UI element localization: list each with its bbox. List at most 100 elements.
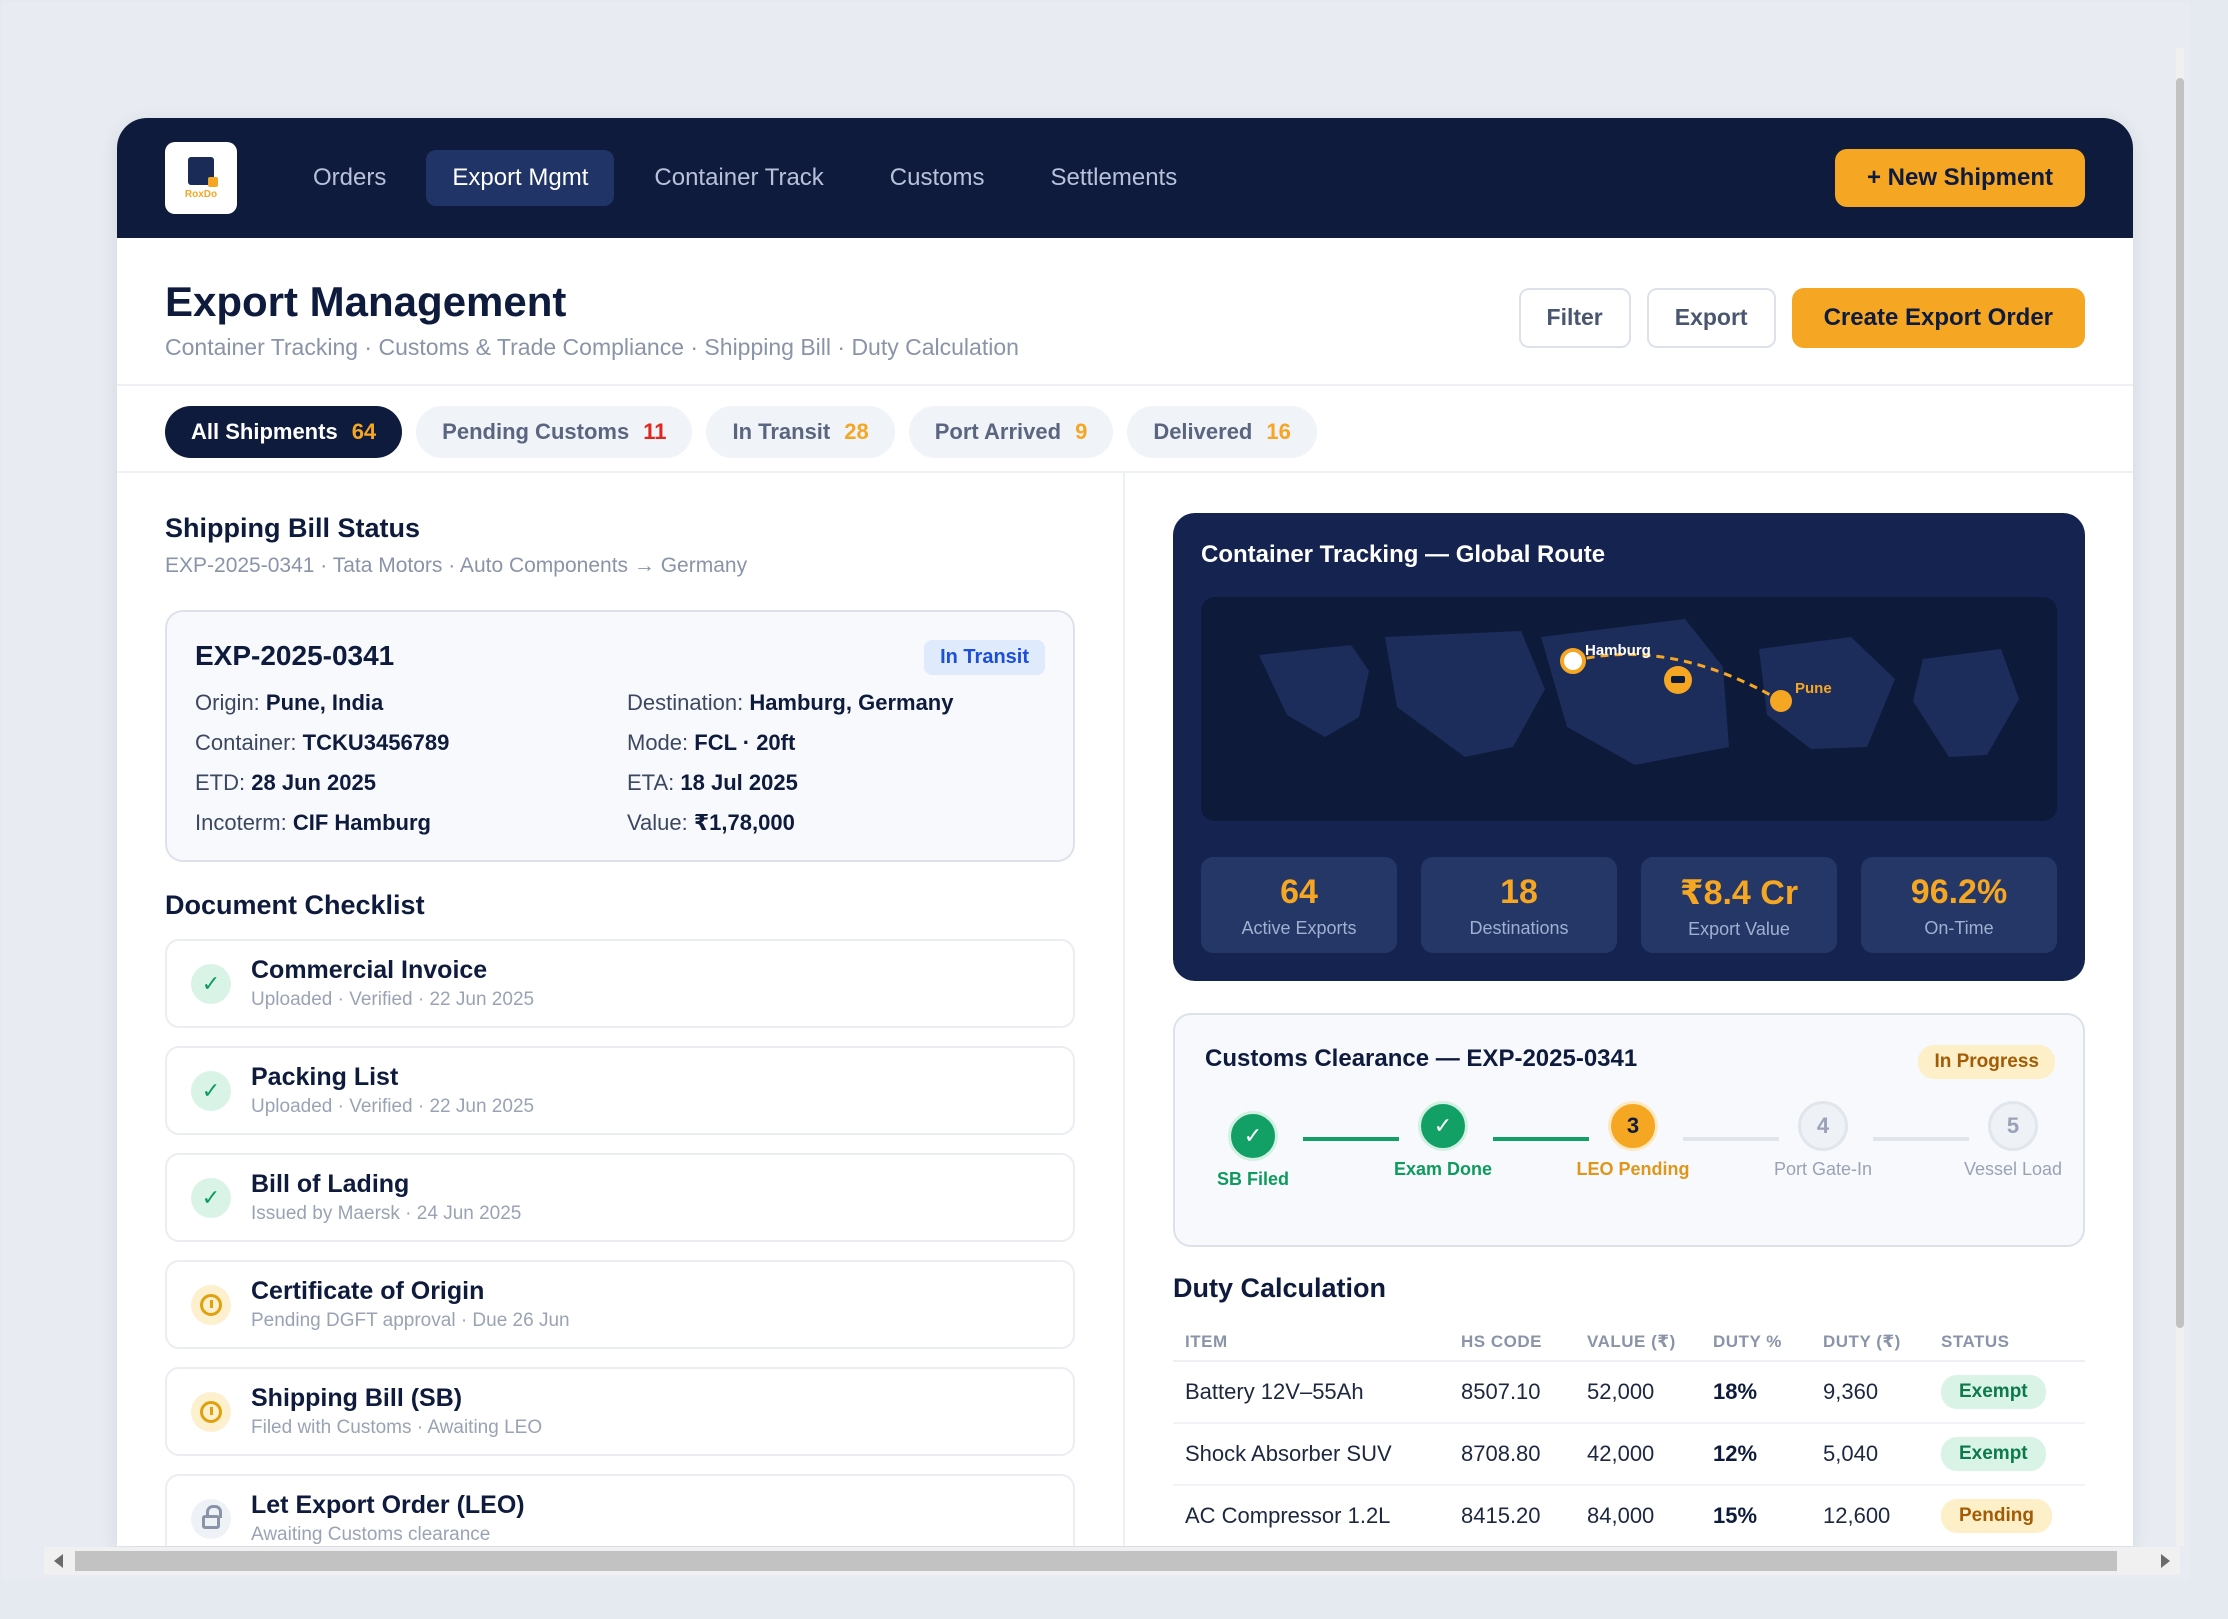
right-column: Container Tracking — Global Route Hambur… [1173,513,2085,1546]
tab-port-arrived[interactable]: Port Arrived 9 [908,406,1114,458]
step-leo-pending[interactable]: 3 LEO Pending [1573,1101,1693,1179]
cell-value: 42,000 [1575,1423,1701,1486]
vertical-scrollbar[interactable] [2176,48,2184,1546]
document-checklist-title: Document Checklist [165,890,425,920]
tab-all-shipments[interactable]: All Shipments 64 [165,406,403,458]
destination-marker [1560,648,1586,674]
cell-duty: 5,040 [1811,1423,1929,1486]
table-row[interactable]: Shock Absorber SUV 8708.80 42,000 12% 5,… [1173,1423,2085,1486]
column-header[interactable]: DUTY % [1701,1324,1811,1362]
status-badge: Exempt [1941,1375,2046,1409]
nav-item-customs[interactable]: Customs [864,150,1011,206]
detail-mode: Mode: FCL · 20ft [627,730,796,755]
status-badge: Pending [1941,1499,2052,1533]
stat-label: Active Exports [1241,918,1357,938]
step-label: Exam Done [1393,1159,1493,1179]
tab-count: 16 [1266,419,1291,444]
detail-incoterm: Incoterm: CIF Hamburg [195,810,431,835]
list-item[interactable]: Let Export Order (LEO) Awaiting Customs … [165,1474,1075,1546]
tab-count: 11 [643,419,667,444]
brand-logo[interactable]: RoxDo [165,142,237,214]
detail-container: Container: TCKU3456789 [195,730,450,755]
scroll-left-icon[interactable] [54,1554,63,1568]
list-item[interactable]: ✓ Packing List Uploaded · Verified · 22 … [165,1046,1075,1135]
tab-count: 28 [844,419,869,444]
cell-status: Pending [1929,1485,2085,1546]
tab-label: All Shipments [191,419,338,444]
step-sb-filed[interactable]: ✓ SB Filed [1193,1111,1313,1189]
check-icon: ✓ [191,1177,231,1218]
column-header[interactable]: HS CODE [1449,1324,1575,1362]
column-header[interactable]: ITEM [1173,1324,1449,1362]
list-item[interactable]: ✓ Commercial Invoice Uploaded · Verified… [165,939,1075,1028]
shipment-details: Origin: Pune, India Destination: Hamburg… [195,690,1045,836]
stat-on-time: 96.2% On-Time [1861,857,2057,953]
logo-text: RoxDo [184,188,218,200]
column-header[interactable]: VALUE (₹) [1575,1324,1701,1362]
nav-item-settlements[interactable]: Settlements [1024,150,1203,206]
shipping-bill-card[interactable]: EXP-2025-0341 In Transit Origin: Pune, I… [165,610,1075,862]
continent-shape [1913,649,2019,757]
new-shipment-button[interactable]: + New Shipment [1834,149,2085,207]
list-item[interactable]: Certificate of Origin Pending DGFT appro… [165,1260,1075,1349]
tab-delivered[interactable]: Delivered 16 [1127,406,1317,458]
nav-item-export-mgmt[interactable]: Export Mgmt [426,150,615,206]
shipping-bill-subtitle: EXP-2025-0341 · Tata Motors · Auto Compo… [165,554,748,577]
table-header-row: ITEM HS CODE VALUE (₹) DUTY % DUTY (₹) S… [1173,1324,2085,1362]
duty-calculation-title: Duty Calculation [1173,1273,1387,1303]
tab-pending-customs[interactable]: Pending Customs 11 [416,406,693,458]
table-row[interactable]: Battery 12V–55Ah 8507.10 52,000 18% 9,36… [1173,1361,2085,1424]
lock-icon [191,1498,231,1539]
check-icon: ✓ [1228,1111,1278,1161]
cell-status: Exempt [1929,1361,2085,1424]
document-name: Let Export Order (LEO) [251,1491,525,1519]
stat-value: ₹8.4 Cr [1679,874,1799,912]
document-meta: Awaiting Customs clearance [251,1524,491,1545]
tracking-title: Container Tracking — Global Route [1201,541,1606,568]
nav-item-container-track[interactable]: Container Track [628,150,849,206]
nav-item-orders[interactable]: Orders [287,150,412,206]
customs-stepper: ✓ SB Filed ✓ Exam Done 3 LEO Pending 4 P… [1205,1101,2062,1221]
cell-duty: 12,600 [1811,1485,1929,1546]
stat-active-exports: 64 Active Exports [1201,857,1397,953]
scroll-right-icon[interactable] [2161,1554,2170,1568]
horizontal-scrollbar[interactable] [44,1547,2180,1575]
header-divider [117,384,2133,386]
route-map[interactable]: Hamburg Pune [1201,597,2057,821]
page-header: Export Management Container Tracking · C… [165,278,2085,368]
tab-label: Pending Customs [442,419,630,444]
table-row[interactable]: AC Compressor 1.2L 8415.20 84,000 15% 12… [1173,1485,2085,1546]
stat-export-value: ₹8.4 Cr Export Value [1641,857,1837,953]
shipping-bill-title: Shipping Bill Status [165,513,420,543]
stat-label: Export Value [1688,919,1790,939]
column-header[interactable]: DUTY (₹) [1811,1324,1929,1362]
status-badge: Exempt [1941,1437,2046,1471]
list-item[interactable]: ✓ Bill of Lading Issued by Maersk · 24 J… [165,1153,1075,1242]
create-export-order-button[interactable]: Create Export Order [1791,288,2085,348]
detail-destination: Destination: Hamburg, Germany [627,690,954,715]
column-divider [1123,473,1125,1546]
step-exam-done[interactable]: ✓ Exam Done [1383,1101,1503,1179]
tab-in-transit[interactable]: In Transit 28 [706,406,895,458]
origin-label: Pune [1795,680,1832,697]
tracking-stats: 64 Active Exports 18 Destinations ₹8.4 C… [1201,857,2057,953]
step-number: 5 [1988,1101,2038,1151]
step-label: Vessel Load [1963,1159,2063,1179]
step-number: 3 [1608,1101,1658,1151]
document-name: Packing List [251,1063,399,1091]
scrollbar-thumb[interactable] [75,1551,2117,1571]
stat-label: Destinations [1469,918,1569,938]
export-button[interactable]: Export [1646,288,1776,348]
scrollbar-thumb[interactable] [2176,78,2184,1328]
step-port-gate-in[interactable]: 4 Port Gate-In [1763,1101,1883,1179]
step-label: LEO Pending [1576,1159,1690,1179]
tab-label: In Transit [732,419,831,444]
column-header[interactable]: STATUS [1929,1324,2085,1362]
nav-items: Orders Export Mgmt Container Track Custo… [287,150,1203,206]
document-meta: Pending DGFT approval · Due 26 Jun [251,1310,570,1331]
filter-button[interactable]: Filter [1518,288,1631,348]
list-item[interactable]: Shipping Bill (SB) Filed with Customs · … [165,1367,1075,1456]
step-vessel-load[interactable]: 5 Vessel Load [1953,1101,2073,1179]
step-label: Port Gate-In [1773,1159,1873,1179]
logo-icon [188,156,218,187]
